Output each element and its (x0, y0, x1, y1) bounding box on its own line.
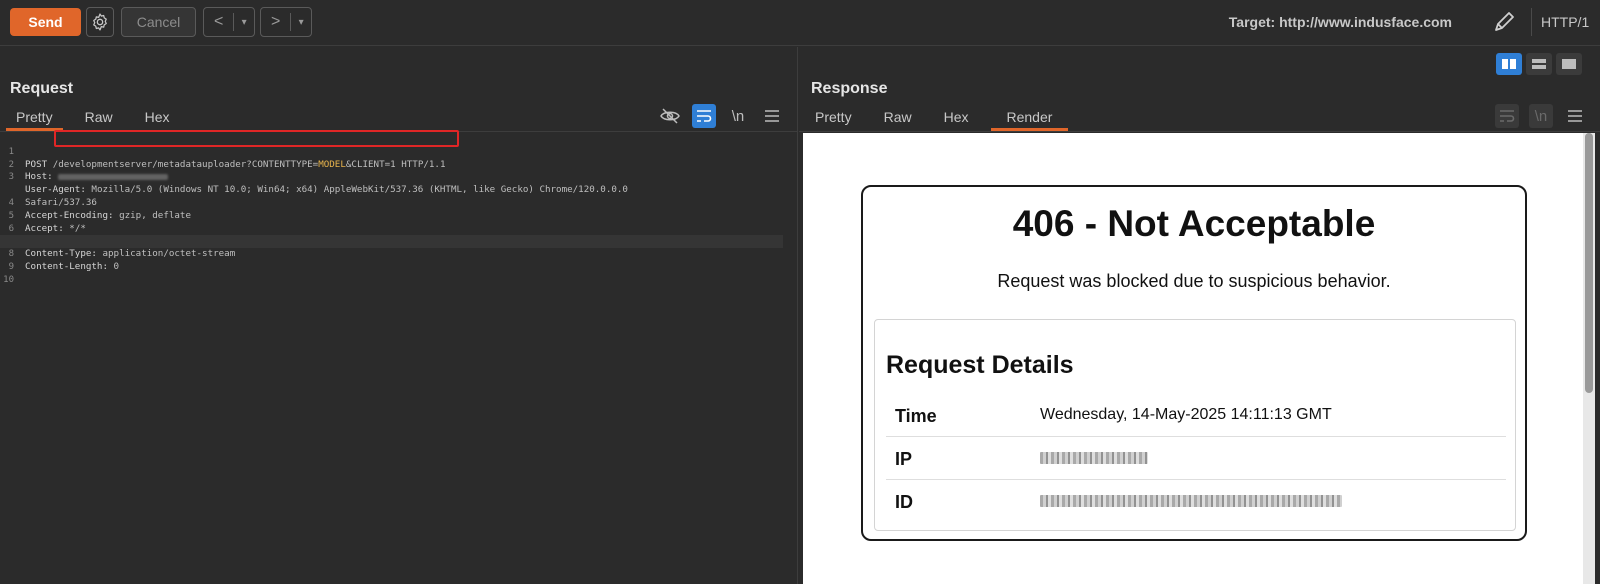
code-line: 6 Connection: close (0, 210, 797, 247)
menu-icon[interactable] (760, 104, 784, 128)
table-row: ID (886, 480, 1506, 523)
row-key: IP (895, 449, 913, 469)
tab-pretty[interactable]: Pretty (6, 107, 63, 131)
details-title: Request Details (886, 351, 1074, 379)
back-button[interactable]: < ▾ (203, 7, 255, 37)
tab-pretty[interactable]: Pretty (805, 107, 862, 131)
wrap-icon[interactable] (692, 104, 716, 128)
table-row: Time Wednesday, 14-May-2025 14:11:13 GMT (886, 394, 1506, 437)
gear-icon (93, 13, 107, 31)
forward-button[interactable]: > ▾ (260, 7, 312, 37)
details-table: Time Wednesday, 14-May-2025 14:11:13 GMT… (886, 394, 1506, 523)
forward-icon: > (271, 13, 281, 30)
send-button[interactable]: Send (10, 8, 81, 36)
response-title: Response (811, 80, 888, 97)
code-line: 9 (0, 248, 797, 272)
menu-icon[interactable] (1563, 104, 1587, 128)
newline-icon[interactable]: \n (726, 104, 750, 128)
response-tabs: Pretty Raw Hex Render (805, 107, 1080, 131)
row-value: Wednesday, 14-May-2025 14:11:13 GMT (1040, 406, 1332, 423)
tabbed-view-icon[interactable] (1556, 53, 1582, 75)
redacted-id (1040, 495, 1342, 507)
request-pane: Request Pretty Raw Hex \n 1 POST /develo… (0, 47, 798, 584)
scrollbar-thumb[interactable] (1585, 133, 1593, 393)
error-heading: 406 - Not Acceptable (1012, 203, 1376, 244)
code-line: 2 Host: (0, 146, 797, 182)
split-horizontal-icon[interactable] (1496, 53, 1522, 75)
request-tabs: Pretty Raw Hex (6, 107, 192, 131)
wrap-icon (1495, 104, 1519, 128)
edit-target-button[interactable] (1490, 8, 1518, 36)
tab-raw[interactable]: Raw (874, 107, 922, 131)
newline-icon: \n (1529, 104, 1553, 128)
error-message: Request was blocked due to suspicious be… (997, 271, 1391, 291)
row-key: Time (895, 406, 937, 426)
settings-button[interactable] (86, 7, 114, 37)
target-label[interactable]: Target: http://www.indusface.com (1229, 14, 1452, 30)
request-editor[interactable]: 1 POST /developmentserver/metadataupload… (0, 133, 797, 584)
table-row: IP (886, 437, 1506, 480)
tab-hex[interactable]: Hex (135, 107, 180, 131)
response-pane: Response Pretty Raw Hex Render \n 406 - … (799, 47, 1600, 584)
code-line: 7 Content-Type: application/octet-stream (0, 223, 797, 259)
request-details-box: Request Details Time Wednesday, 14-May-2… (874, 319, 1516, 531)
back-dropdown-icon[interactable]: ▾ (234, 17, 254, 28)
hide-icon[interactable] (658, 104, 682, 128)
layout-toggle (1496, 53, 1582, 75)
row-key: ID (895, 492, 913, 512)
request-editor-tools: \n (658, 104, 784, 128)
http-version-toggle[interactable]: HTTP/1 (1541, 14, 1589, 30)
response-editor-tools: \n (1495, 104, 1587, 128)
code-line: 3 User-Agent: Mozilla/5.0 (Windows NT 10… (0, 159, 797, 195)
tab-render[interactable]: Render (990, 107, 1069, 131)
code-line: 5 Accept: */* (0, 197, 797, 234)
divider (1531, 8, 1532, 36)
code-line: Safari/537.36 (0, 171, 797, 208)
scrollbar[interactable] (1583, 133, 1595, 584)
pencil-icon (1495, 12, 1514, 31)
redacted-ip (1040, 452, 1148, 464)
line-number: 10 (3, 274, 14, 285)
code-line: 4 Accept-Encoding: gzip, deflate (0, 184, 797, 221)
forward-dropdown-icon[interactable]: ▾ (291, 17, 311, 28)
error-card: 406 - Not Acceptable Request was blocked… (861, 185, 1527, 541)
rendered-response: 406 - Not Acceptable Request was blocked… (803, 133, 1583, 584)
request-title: Request (10, 80, 74, 97)
toolbar: Send Cancel < ▾ > ▾ Target: http://www.i… (0, 0, 1600, 46)
tab-raw[interactable]: Raw (75, 107, 123, 131)
back-icon: < (214, 13, 224, 30)
divider (799, 131, 1600, 132)
highlight-annotation (54, 130, 459, 147)
code-line: 10 (0, 261, 797, 285)
code-line-current: 8 Content-Length: 0 (0, 235, 783, 272)
cancel-button[interactable]: Cancel (121, 7, 196, 37)
split-vertical-icon[interactable] (1526, 53, 1552, 75)
tab-hex[interactable]: Hex (934, 107, 979, 131)
